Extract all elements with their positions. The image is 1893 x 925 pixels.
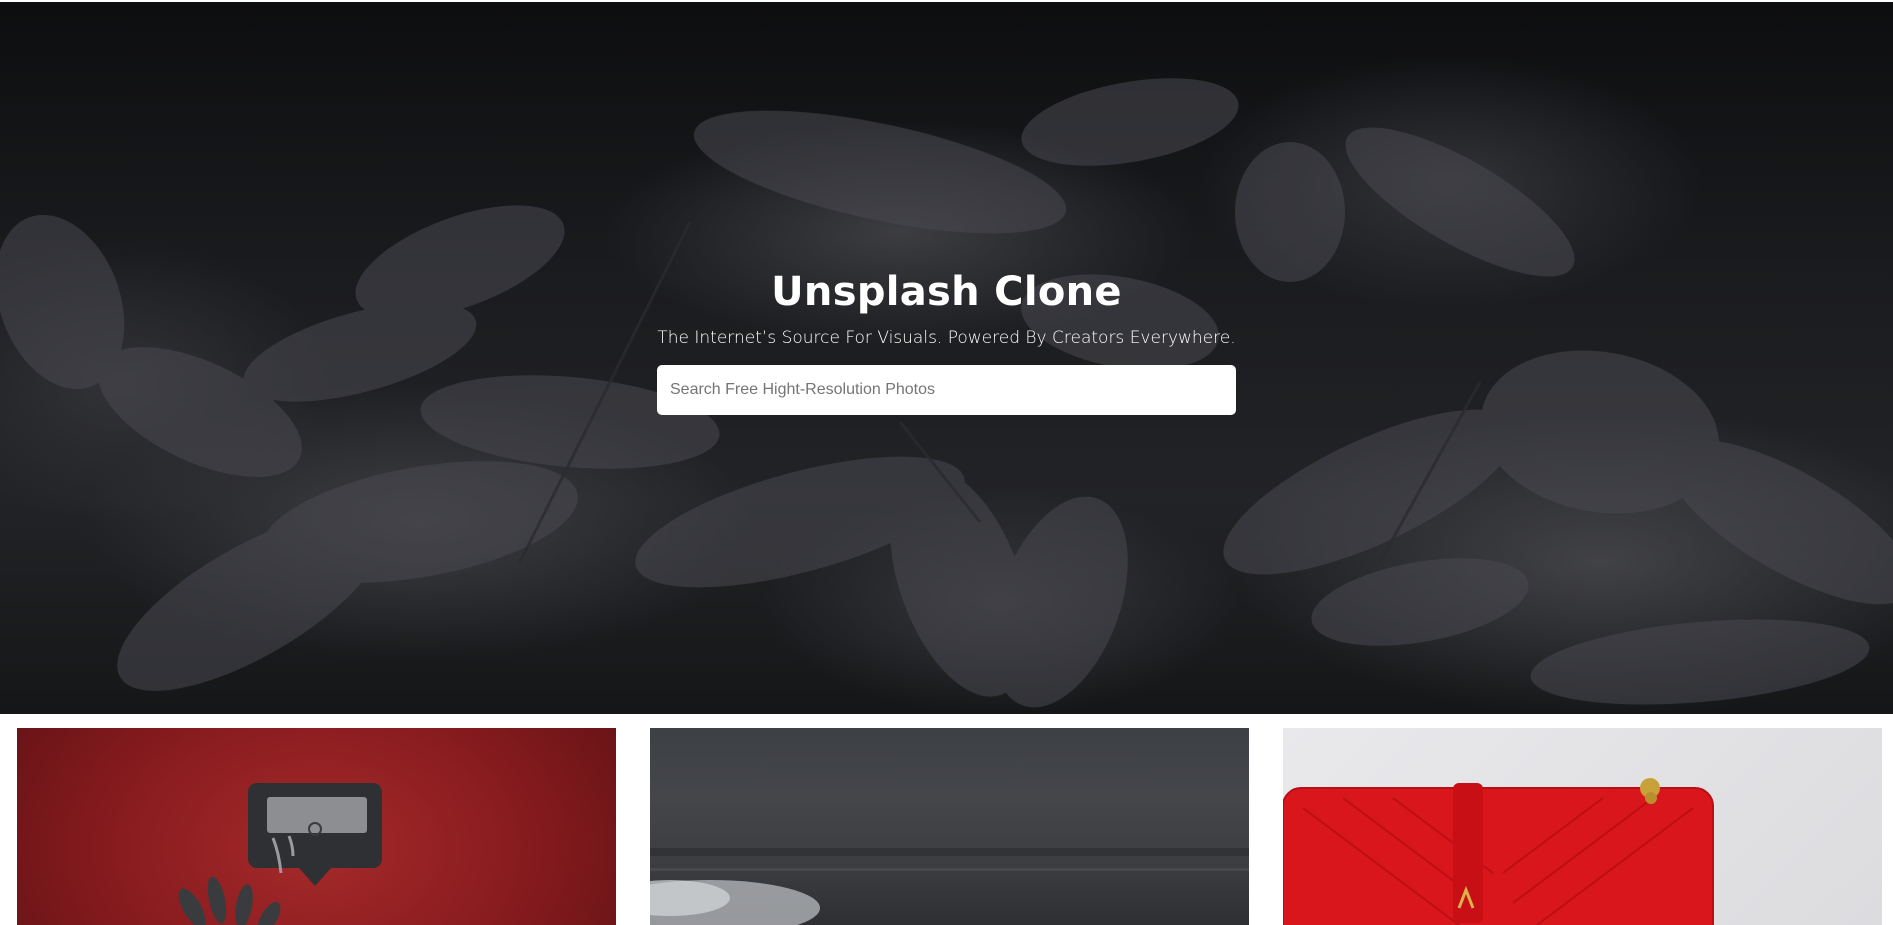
search-input[interactable] bbox=[657, 365, 1236, 415]
hero-content: Unsplash Clone The Internet’s Source For… bbox=[0, 2, 1893, 714]
landscape-photo bbox=[650, 848, 1249, 925]
photo-card[interactable] bbox=[650, 728, 1249, 925]
razor-blade-photo bbox=[178, 783, 382, 925]
page-title: Unsplash Clone bbox=[771, 269, 1122, 315]
hero-banner: Unsplash Clone The Internet’s Source For… bbox=[0, 2, 1893, 714]
hero-subtitle: The Internet’s Source For Visuals. Power… bbox=[657, 328, 1236, 348]
photo-card[interactable] bbox=[1283, 728, 1882, 925]
handbag-photo bbox=[1283, 778, 1714, 925]
photo-card[interactable] bbox=[17, 728, 616, 925]
